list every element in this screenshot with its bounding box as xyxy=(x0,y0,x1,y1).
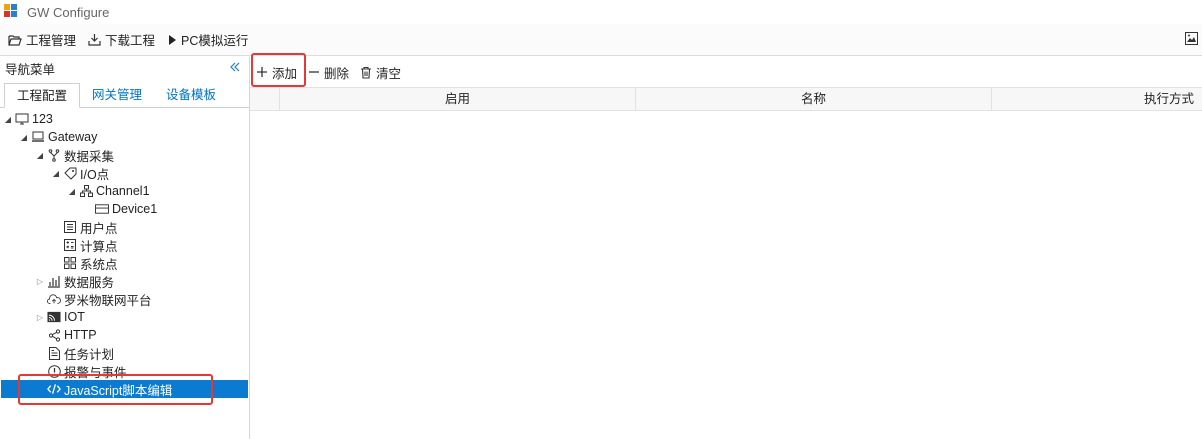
tree-item-data-collection[interactable]: ◢ 数据采集 xyxy=(35,146,114,164)
app-logo-icon xyxy=(4,4,20,20)
title-bar: GW Configure xyxy=(0,0,1202,24)
laptop-icon xyxy=(31,130,45,144)
column-header-exec-mode[interactable]: 执行方式 xyxy=(992,88,1202,111)
tree-item-io-points[interactable]: ◢ I/O点 xyxy=(51,164,109,182)
minus-icon xyxy=(309,71,320,73)
tab-project-config[interactable]: 工程配置 xyxy=(4,83,81,108)
expanded-arrow-icon: ◢ xyxy=(52,168,60,178)
clear-button[interactable]: 清空 xyxy=(360,63,401,82)
nav-tabs: 工程配置 网关管理 设备模板 xyxy=(0,80,249,108)
main-toolbar: 工程管理 下载工程 PC模拟运行 xyxy=(0,24,1202,56)
expanded-arrow-icon: ◢ xyxy=(68,186,76,196)
expanded-arrow-icon: ◢ xyxy=(20,132,28,142)
add-button[interactable]: 添加 xyxy=(256,63,297,82)
tab-device-template[interactable]: 设备模板 xyxy=(154,83,228,108)
column-header-blank xyxy=(250,88,280,111)
network-icon xyxy=(79,184,93,198)
pc-simulate-button[interactable]: PC模拟运行 xyxy=(167,30,248,49)
tree-item-system-points[interactable]: 系统点 xyxy=(63,254,118,272)
document-icon xyxy=(47,346,61,360)
navigation-sidebar: 导航菜单 工程配置 网关管理 设备模板 ◢ 123 ◢ Gateway ◢ 数据… xyxy=(0,57,250,439)
expanded-arrow-icon: ◢ xyxy=(36,150,44,160)
nav-header: 导航菜单 xyxy=(0,57,249,80)
tree-item-alarm-event[interactable]: 报警与事件 xyxy=(47,362,127,380)
tab-gateway-manage[interactable]: 网关管理 xyxy=(80,83,154,108)
tree-item-task-plan[interactable]: 任务计划 xyxy=(47,344,114,362)
download-project-button[interactable]: 下载工程 xyxy=(88,30,155,49)
bar-chart-icon xyxy=(47,274,61,288)
script-table-header: 启用 名称 执行方式 xyxy=(250,87,1202,111)
expanded-arrow-icon: ◢ xyxy=(4,114,12,124)
download-icon xyxy=(88,34,101,46)
script-toolbar: 添加 删除 清空 xyxy=(250,57,1202,87)
tree-item-gateway[interactable]: ◢ Gateway xyxy=(19,128,97,146)
calculator-icon xyxy=(63,238,77,252)
alert-circle-icon xyxy=(47,364,61,378)
main-content: 添加 删除 清空 启用 名称 执行方式 xyxy=(250,57,1202,439)
column-header-enabled[interactable]: 启用 xyxy=(280,88,636,111)
device-icon xyxy=(95,202,109,216)
collapsed-arrow-icon: ▷ xyxy=(36,312,44,322)
code-icon xyxy=(47,382,61,396)
play-icon xyxy=(169,34,177,45)
column-header-name[interactable]: 名称 xyxy=(636,88,992,111)
delete-button[interactable]: 删除 xyxy=(308,63,349,82)
grid-icon xyxy=(63,256,77,270)
project-tree: ◢ 123 ◢ Gateway ◢ 数据采集 ◢ I/O点 ◢ Channel1… xyxy=(0,108,249,438)
fork-icon xyxy=(47,148,61,162)
image-icon[interactable] xyxy=(1185,32,1198,48)
project-manage-button[interactable]: 工程管理 xyxy=(8,30,76,49)
list-icon xyxy=(63,220,77,234)
double-chevron-left-icon[interactable] xyxy=(229,61,241,76)
tree-item-user-points[interactable]: 用户点 xyxy=(63,218,118,236)
folder-open-icon xyxy=(8,34,22,46)
tree-item-iot-platform[interactable]: 罗米物联网平台 xyxy=(47,290,152,308)
monitor-icon xyxy=(15,112,29,126)
tree-item-device[interactable]: Device1 xyxy=(95,200,157,218)
trash-icon xyxy=(361,66,372,79)
tag-icon xyxy=(63,166,77,180)
tree-item-root[interactable]: ◢ 123 xyxy=(3,110,53,128)
cloud-upload-icon xyxy=(47,292,61,306)
tree-item-http[interactable]: HTTP xyxy=(47,326,97,344)
app-title: GW Configure xyxy=(27,4,110,20)
share-icon xyxy=(47,328,61,342)
tree-item-channel[interactable]: ◢ Channel1 xyxy=(67,182,150,200)
tree-item-js-editor[interactable]: JavaScript脚本编辑 xyxy=(1,380,248,398)
nav-title: 导航菜单 xyxy=(5,63,56,77)
tree-item-calc-points[interactable]: 计算点 xyxy=(63,236,118,254)
cast-icon xyxy=(47,310,61,324)
collapsed-arrow-icon: ▷ xyxy=(36,276,44,286)
tree-item-data-service[interactable]: ▷ 数据服务 xyxy=(35,272,114,290)
plus-icon xyxy=(257,67,267,77)
tree-item-iot[interactable]: ▷ IOT xyxy=(35,308,85,326)
